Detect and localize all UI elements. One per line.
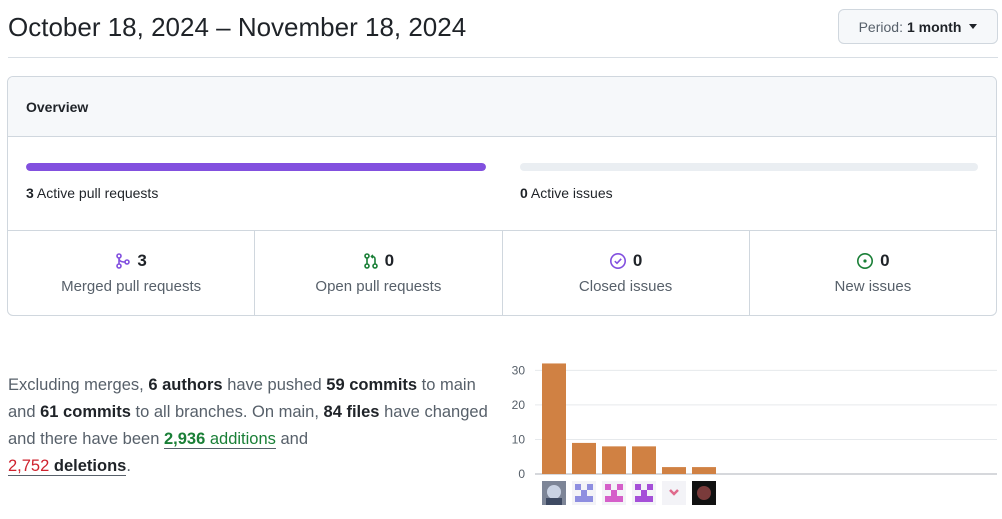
active-pull-requests-label: Active pull requests xyxy=(36,185,159,201)
authors-count: 6 authors xyxy=(148,376,223,394)
y-tick-label: 0 xyxy=(518,467,525,481)
avatar-dark-icon[interactable] xyxy=(692,481,716,505)
stat-merged-pull-requests[interactable]: 3 Merged pull requests xyxy=(8,231,256,315)
commit-bar xyxy=(692,467,716,474)
commit-bar xyxy=(662,467,686,474)
commits-by-author-chart: 0 10 20 30 xyxy=(512,363,997,505)
summary-text-4: to all branches. On main, xyxy=(130,403,324,421)
identicon-icon[interactable] xyxy=(572,481,596,505)
summary-text-6: and xyxy=(275,430,309,448)
deletions-link[interactable]: 2,752 deletions xyxy=(8,457,127,476)
page-header: October 18, 2024 – November 18, 2024 Per… xyxy=(8,0,998,58)
identicon-icon[interactable] xyxy=(602,481,626,505)
commit-bar xyxy=(602,446,626,474)
files-count: 84 files xyxy=(323,403,380,421)
active-issues-count: 0 xyxy=(520,185,528,201)
date-range-title: October 18, 2024 – November 18, 2024 xyxy=(8,12,467,42)
commit-bar xyxy=(632,446,656,474)
period-prefix: Period: xyxy=(858,18,903,35)
summary-text-1: Excluding merges, xyxy=(8,376,149,394)
overview-panel: Overview 3 Active pull requests 0 Active… xyxy=(7,76,997,316)
issue-closed-icon xyxy=(609,253,626,269)
stat-open-pull-requests[interactable]: 0 Open pull requests xyxy=(255,231,503,315)
deletions-count: 2,752 xyxy=(8,457,50,475)
new-issues-label: New issues xyxy=(834,278,912,295)
issue-opened-icon xyxy=(857,253,874,269)
git-pull-request-icon xyxy=(363,253,378,269)
period-dropdown-button[interactable]: Period: 1 month xyxy=(838,9,998,44)
new-issues-value: 0 xyxy=(880,251,890,270)
y-tick-label: 10 xyxy=(512,432,526,446)
summary-text-7: . xyxy=(126,457,131,475)
caret-down-icon xyxy=(969,24,978,29)
additions-link[interactable]: 2,936 additions xyxy=(163,430,276,449)
additions-word: additions xyxy=(209,430,276,448)
pull-requests-bar xyxy=(26,163,486,171)
commit-bar xyxy=(542,363,566,474)
additions-count: 2,936 xyxy=(163,430,206,448)
summary-text-2: have pushed xyxy=(222,376,327,394)
period-value: 1 month xyxy=(906,18,962,35)
all-commits-count: 61 commits xyxy=(40,403,131,421)
pull-requests-bar-fill xyxy=(26,163,486,171)
y-tick-label: 20 xyxy=(512,398,526,412)
commit-summary-text: Excluding merges, 6 authors have pushed … xyxy=(8,372,503,480)
stat-closed-issues[interactable]: 0 Closed issues xyxy=(503,231,750,315)
deletions-word: deletions xyxy=(53,457,127,475)
merged-pull-requests-label: Merged pull requests xyxy=(61,278,202,295)
avatar-photo-icon[interactable] xyxy=(542,481,566,505)
active-pull-requests-link[interactable]: 3 Active pull requests xyxy=(26,185,158,201)
active-issues-label: Active issues xyxy=(530,185,613,201)
open-pull-requests-value: 0 xyxy=(384,251,395,270)
git-merge-icon xyxy=(116,253,131,269)
activity-bars: 3 Active pull requests 0 Active issues xyxy=(8,137,996,231)
y-tick-label: 30 xyxy=(512,363,526,377)
commit-bar xyxy=(572,442,596,474)
closed-issues-value: 0 xyxy=(632,251,643,270)
overview-title: Overview xyxy=(8,77,996,137)
open-pull-requests-label: Open pull requests xyxy=(315,278,442,295)
merged-pull-requests-value: 3 xyxy=(137,251,147,270)
main-commits-count: 59 commits xyxy=(326,376,418,394)
identicon-icon[interactable] xyxy=(632,481,656,505)
issues-bar xyxy=(520,163,978,171)
active-pull-requests-count: 3 xyxy=(26,185,34,201)
stats-row: 3 Merged pull requests 0 Open pull reque… xyxy=(8,231,996,315)
stat-new-issues[interactable]: 0 New issues xyxy=(750,231,996,315)
closed-issues-label: Closed issues xyxy=(578,278,673,295)
identicon-icon[interactable] xyxy=(662,481,686,505)
active-issues-link[interactable]: 0 Active issues xyxy=(520,185,613,201)
